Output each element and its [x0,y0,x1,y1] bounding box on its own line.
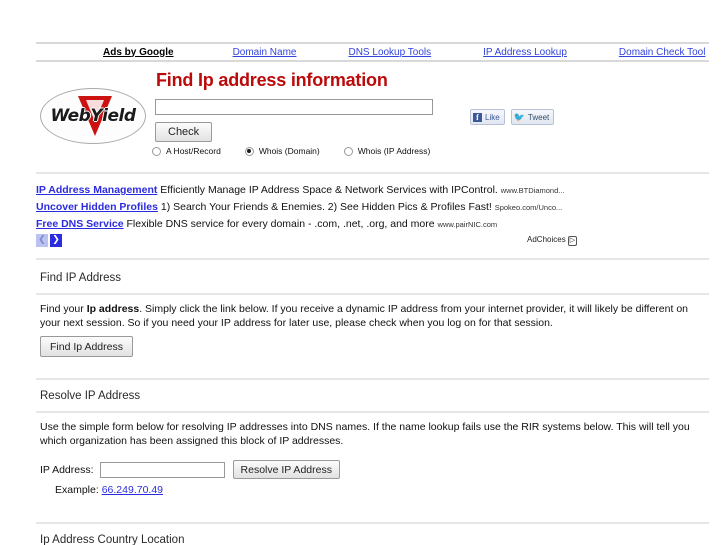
adchoices-triangle-icon: ▷ [567,236,578,246]
find-ip-body-bold: Ip address [86,303,140,315]
radio-a-host-record[interactable]: A Host/Record [152,146,221,156]
find-ip-top-divider [36,258,709,260]
text-ad-url: www.BTDiamond... [500,186,565,195]
find-ip-address-button[interactable]: Find Ip Address [40,336,133,357]
find-ip-heading: Find IP Address [40,272,121,284]
country-location-top-divider [36,522,709,524]
resolve-ip-address-button[interactable]: Resolve IP Address [232,460,340,479]
twitter-tweet-button[interactable]: 🐦 Tweet [510,109,555,125]
twitter-bird-icon: 🐦 [513,111,525,122]
lookup-type-radio-group: A Host/Record Whois (Domain) Whois (IP A… [152,146,454,156]
twitter-tweet-label: Tweet [527,112,550,122]
radio-dot-selected-icon[interactable] [244,146,254,156]
resolve-ip-form: IP Address: Resolve IP Address [40,460,340,479]
google-text-ads: IP Address Management Efficiently Manage… [36,182,709,233]
radio-whois-domain[interactable]: Whois (Domain) [244,146,320,156]
ads-by-google-link[interactable]: Ads by Google [103,47,174,58]
logo-text: WebYield [50,106,136,126]
example-ip-link[interactable]: 66.249.70.49 [102,484,163,496]
ad-link-domain-name[interactable]: Domain Name [233,47,297,58]
text-ad-title-link[interactable]: IP Address Management [36,184,157,196]
text-ad-title-link[interactable]: Uncover Hidden Profiles [36,201,158,213]
find-ip-bottom-divider [36,293,709,295]
social-buttons: f Like 🐦 Tweet [470,109,555,125]
radio-label: A Host/Record [166,146,221,156]
text-ad-description: Efficiently Manage IP Address Space & Ne… [160,184,498,196]
webyield-logo[interactable]: WebYield [40,88,148,146]
radio-label: Whois (IP Address) [357,146,431,156]
text-ad-item: Free DNS Service Flexible DNS service fo… [36,216,709,233]
resolve-ip-heading: Resolve IP Address [40,390,141,402]
ad-link-ip-address-lookup[interactable]: IP Address Lookup [483,47,567,58]
text-ad-url: www.pairNIC.com [437,220,498,229]
ad-link-domain-check-tool[interactable]: Domain Check Tool [619,47,706,58]
facebook-icon: f [473,112,482,122]
country-location-heading: Ip Address Country Location [40,534,185,545]
ip-address-input[interactable] [99,461,225,478]
ad-link-dns-lookup-tools[interactable]: DNS Lookup Tools [348,47,431,58]
text-ad-title-link[interactable]: Free DNS Service [36,218,124,230]
example-label: Example: [55,484,99,496]
facebook-like-button[interactable]: f Like [470,109,505,125]
ad-prev-arrow-icon[interactable]: ❮ [36,234,48,247]
adchoices-link[interactable]: AdChoices ▷ [527,235,578,246]
example-ip-row: Example: 66.249.70.49 [55,484,163,496]
radio-dot-icon[interactable] [152,146,161,156]
find-ip-body-text: Find your Ip address. Simply click the l… [40,302,700,330]
resolve-ip-bottom-divider [36,411,709,413]
ip-address-label: IP Address: [40,463,94,476]
ad-pagination: ❮ ❯ [36,234,62,247]
resolve-ip-body-text: Use the simple form below for resolving … [40,421,690,447]
find-ip-body-before: Find your [40,303,87,315]
text-ad-description: 1) Search Your Friends & Enemies. 2) See… [160,201,492,213]
page-root: Ads by Google Domain Name DNS Lookup Too… [0,0,727,545]
search-input[interactable] [155,99,433,115]
adchoices-label: AdChoices [527,235,566,244]
radio-dot-icon[interactable] [343,146,353,156]
text-ad-description: Flexible DNS service for every domain - … [126,218,435,230]
facebook-like-label: Like [485,112,500,122]
radio-whois-ip-address[interactable]: Whois (IP Address) [343,146,431,156]
check-button[interactable]: Check [155,122,213,142]
text-ad-item: IP Address Management Efficiently Manage… [36,182,709,199]
text-ad-item: Uncover Hidden Profiles 1) Search Your F… [36,199,709,216]
text-ad-url: Spokeo.com/Unco... [494,203,563,212]
page-title: Find Ip address information [156,70,388,90]
google-ads-bar-links: Ads by Google Domain Name DNS Lookup Too… [36,44,709,60]
ad-next-arrow-icon[interactable]: ❯ [50,234,62,247]
radio-label: Whois (Domain) [258,146,320,156]
site-header: WebYield Find Ip address information Che… [36,68,709,158]
header-divider [36,172,709,174]
google-ads-bar: Ads by Google Domain Name DNS Lookup Too… [36,42,709,62]
resolve-ip-top-divider [36,378,709,380]
